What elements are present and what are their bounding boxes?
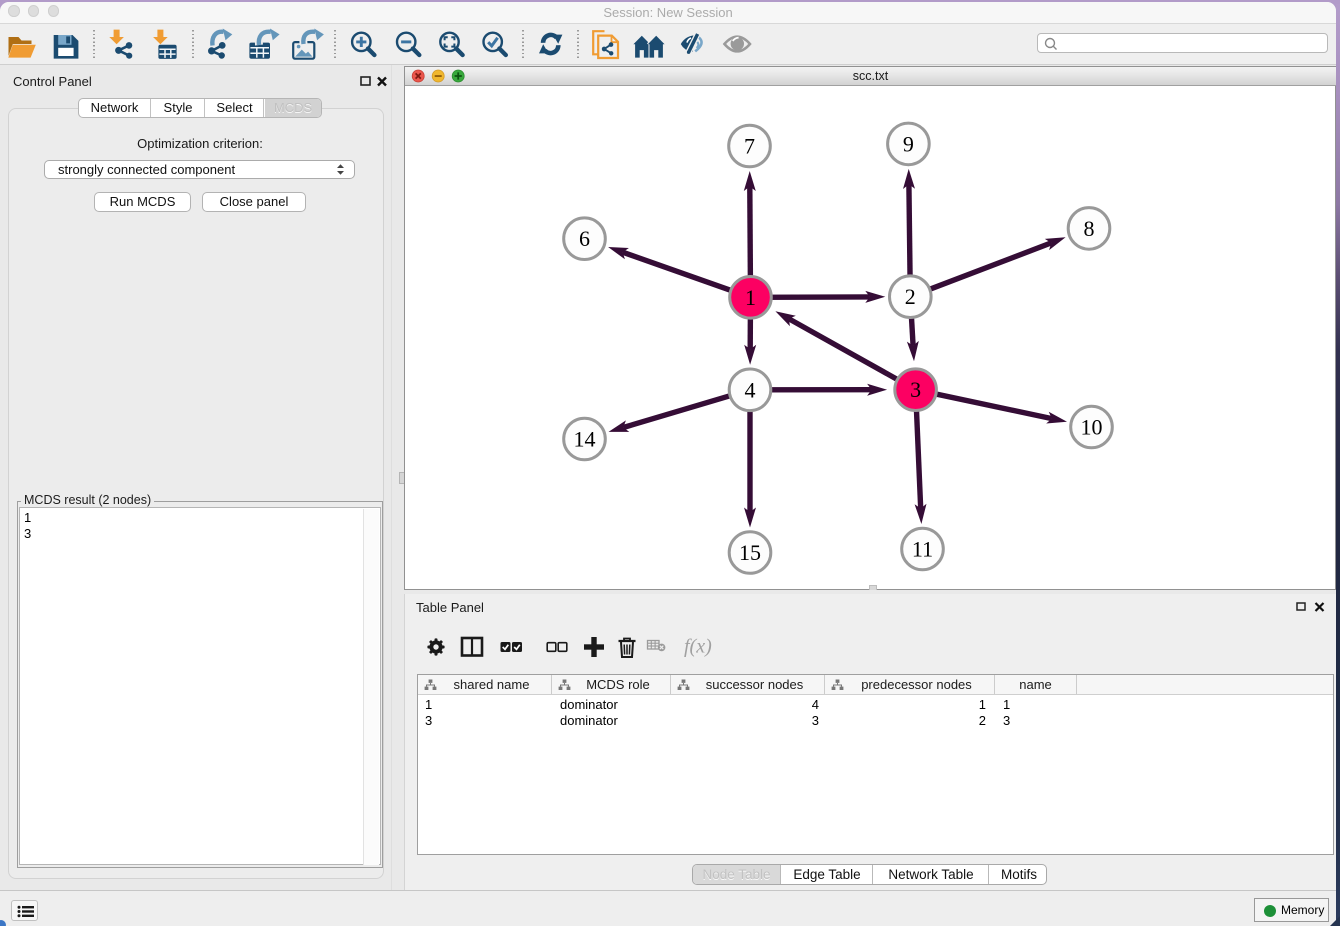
svg-text:9: 9 <box>903 131 914 156</box>
svg-text:3: 3 <box>910 377 921 402</box>
svg-text:6: 6 <box>579 226 590 251</box>
svg-text:15: 15 <box>739 540 761 565</box>
svg-text:10: 10 <box>1081 415 1103 440</box>
svg-text:8: 8 <box>1084 216 1095 241</box>
svg-text:7: 7 <box>744 134 755 159</box>
svg-text:2: 2 <box>905 284 916 309</box>
svg-text:14: 14 <box>574 427 596 452</box>
svg-text:f(x): f(x) <box>684 636 712 658</box>
svg-text:11: 11 <box>912 537 933 562</box>
svg-text:1: 1 <box>745 285 756 310</box>
svg-text:4: 4 <box>745 377 756 402</box>
